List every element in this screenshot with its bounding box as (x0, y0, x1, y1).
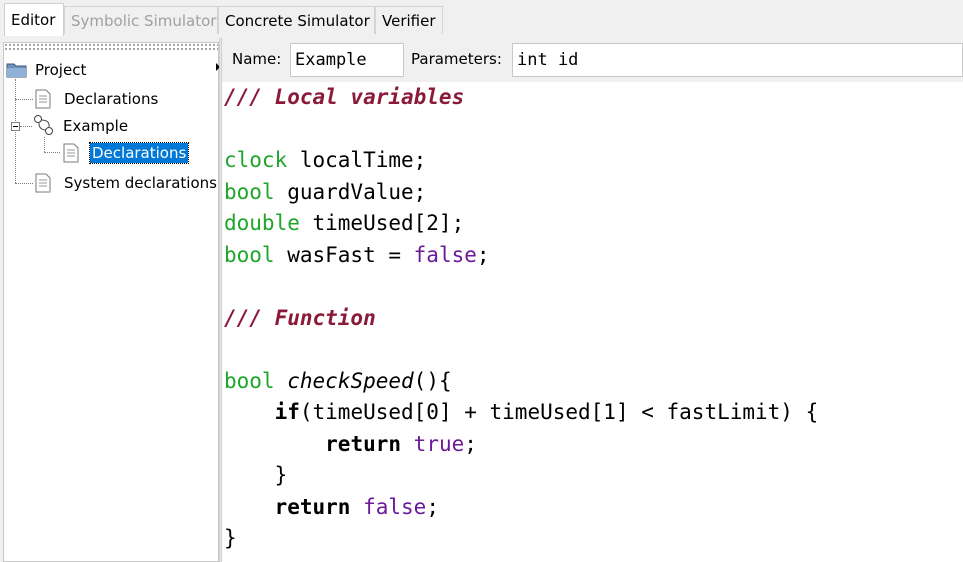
code-token: false (363, 494, 427, 519)
parameters-label: Parameters: (411, 50, 502, 68)
code-token: } (224, 463, 288, 487)
tree-item-label: System declarations (64, 174, 217, 192)
tree-item-template-example[interactable]: Example (33, 115, 130, 136)
code-token: timeUsed[2]; (299, 211, 465, 235)
tree-line (15, 99, 33, 100)
code-editor[interactable]: /// Local variables clock localTime; bool… (224, 82, 963, 562)
document-icon (35, 89, 51, 109)
code-token: return (325, 431, 402, 456)
tree-item-label: Declarations (88, 142, 190, 164)
code-line: return true; (224, 429, 963, 461)
tree-line (20, 126, 32, 127)
tree-item-project[interactable]: Project (6, 60, 88, 80)
code-line: clock localTime; (224, 145, 963, 177)
code-token: ; (464, 431, 477, 456)
template-icon (34, 115, 53, 135)
code-token: if (274, 400, 300, 424)
tree-item-template-declarations[interactable]: Declarations (62, 142, 190, 164)
tab-editor[interactable]: Editor (4, 3, 64, 36)
editor-panel: Name: Example Parameters: int id /// Loc… (222, 38, 963, 562)
document-icon (63, 143, 79, 163)
tree-line (15, 183, 33, 184)
code-token: return (274, 494, 351, 519)
code-line: bool checkSpeed(){ (224, 366, 963, 398)
code-token: /// Function (224, 305, 376, 330)
code-token: } (224, 526, 237, 550)
code-token: wasFast = (274, 242, 414, 267)
code-line: /// Local variables (224, 82, 963, 114)
code-line: if(timeUsed[0] + timeUsed[1] < fastLimit… (224, 397, 963, 429)
code-token: ; (426, 494, 439, 519)
name-input[interactable]: Example (290, 43, 404, 77)
code-token: bool (224, 242, 275, 267)
code-line: bool wasFast = false; (224, 240, 963, 272)
folder-icon (6, 63, 27, 78)
project-tree: Project Declarations Example Declaration… (3, 42, 220, 562)
code-token: false (413, 242, 477, 267)
tree-item-label: Declarations (64, 90, 159, 108)
tree-line (15, 79, 16, 183)
code-token: (timeUsed[0] + timeUsed[1] < fastLimit) … (299, 400, 819, 424)
document-icon (35, 173, 51, 193)
tree-line (44, 137, 45, 152)
code-token: /// Local variables (224, 85, 465, 109)
code-token: bool (224, 368, 275, 393)
code-token: clock (224, 148, 288, 172)
tab-symbolic-simulator: Symbolic Simulator (64, 6, 218, 34)
tab-verifier[interactable]: Verifier (375, 6, 443, 34)
code-line: return false; (224, 492, 963, 524)
tree-item-label: Project (35, 61, 87, 79)
code-token: guardValue; (274, 179, 427, 204)
code-token: localTime; (287, 148, 427, 172)
tab-concrete-simulator[interactable]: Concrete Simulator (218, 6, 375, 34)
tree-line (44, 152, 60, 153)
code-line: } (224, 523, 963, 555)
code-token: checkSpeed (287, 368, 414, 393)
panel-grip[interactable] (4, 43, 218, 51)
template-toolbar: Name: Example Parameters: int id (222, 38, 963, 82)
code-line: /// Function (224, 303, 963, 335)
code-token: double (224, 211, 300, 235)
tree-item-system-declarations[interactable]: System declarations (34, 173, 219, 193)
collapse-toggle-icon[interactable] (11, 122, 20, 131)
tab-bar: Editor Symbolic Simulator Concrete Simul… (0, 0, 963, 36)
code-token: true (413, 431, 465, 456)
code-line: double timeUsed[2]; (224, 208, 963, 240)
code-line: bool guardValue; (224, 177, 963, 209)
parameters-input[interactable]: int id (512, 43, 963, 77)
code-token: bool (224, 179, 275, 204)
code-token: (){ (413, 368, 452, 393)
name-label: Name: (232, 50, 282, 68)
code-line: } (224, 460, 963, 492)
tree-item-label: Example (63, 117, 129, 135)
code-token: ; (476, 242, 490, 267)
tree-item-declarations[interactable]: Declarations (34, 89, 160, 109)
